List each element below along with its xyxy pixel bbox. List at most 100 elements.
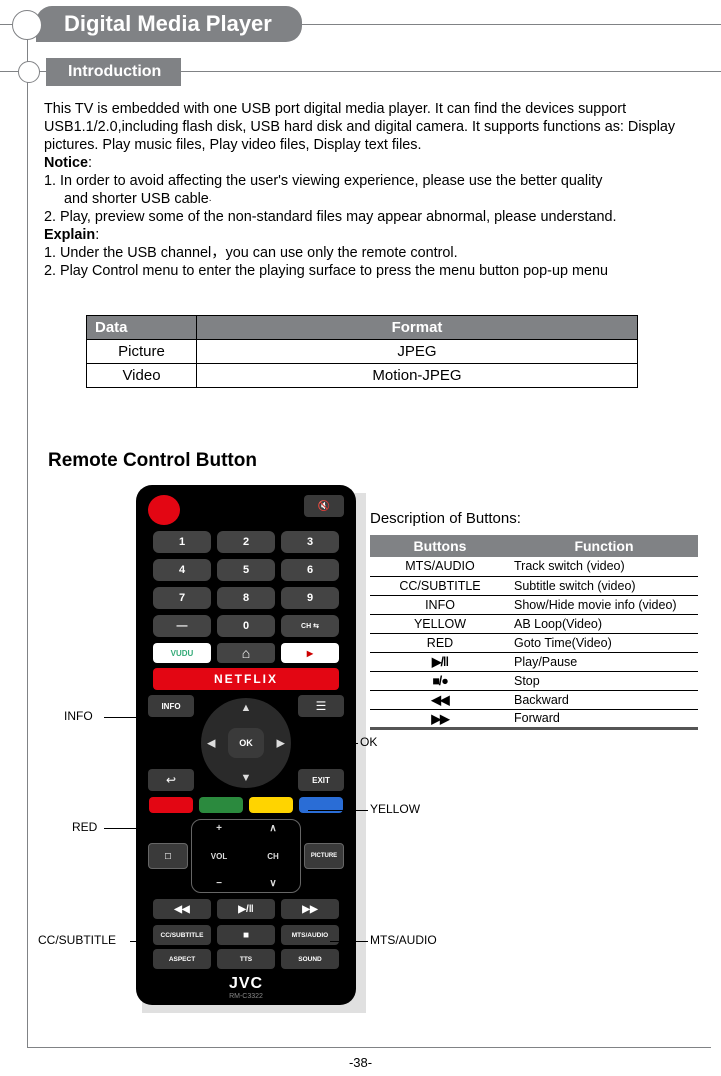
frame-bottom-rule: [27, 1047, 711, 1048]
vol-ch-rocker: +VOL− ∧CH∨: [191, 819, 301, 893]
page-title: Digital Media Player: [36, 6, 302, 42]
num-8: 8: [217, 587, 275, 609]
bt-cell-button: ◀◀: [370, 690, 510, 709]
notice-item-1: 1. In order to avoid affecting the user'…: [44, 172, 707, 190]
bt-cell-function: Track switch (video): [510, 557, 698, 576]
data-format-table: Data Format PictureJPEGVideoMotion-JPEG: [86, 315, 638, 388]
bt-cell-button: CC/SUBTITLE: [370, 576, 510, 595]
explain-item-1: 1. Under the USB channel，you can use onl…: [44, 244, 707, 262]
num-1: 1: [153, 531, 211, 553]
power-button-icon: [148, 495, 180, 525]
ch-label: CH: [267, 852, 279, 861]
fast-forward-button-icon: ▶▶: [281, 899, 339, 919]
home-button-icon: ⌂: [217, 643, 275, 663]
dpad-right-icon: ▶: [277, 737, 285, 750]
youtube-app-button: ▶: [281, 643, 339, 663]
mute-button-icon: 🔇: [304, 495, 344, 517]
notice-heading: Notice: [44, 155, 88, 171]
rewind-button-icon: ◀◀: [153, 899, 211, 919]
tts-button: TTS: [217, 949, 275, 969]
remote-heading: Remote Control Button: [48, 450, 257, 472]
bt-cell-button: ▶▶: [370, 709, 510, 728]
num-2: 2: [217, 531, 275, 553]
return-button-icon: ↩: [148, 769, 194, 791]
page-number: -38-: [0, 1055, 721, 1070]
bt-cell-function: Goto Time(Video): [510, 633, 698, 652]
bt-cell-function: Stop: [510, 671, 698, 690]
bt-cell-button: RED: [370, 633, 510, 652]
play-pause-button-icon: ▶/‖: [217, 899, 275, 919]
bt-cell-function: Show/Hide movie info (video): [510, 595, 698, 614]
df-cell-format: JPEG: [197, 340, 638, 364]
callout-mts: MTS/AUDIO: [370, 933, 437, 947]
notice-item-1b: and shorter USB cable: [64, 191, 209, 207]
notice-item-2: 2. Play, preview some of the non-standar…: [44, 208, 707, 226]
sound-button: SOUND: [281, 949, 339, 969]
callout-ok: OK: [360, 735, 377, 749]
brand-logo: JVC: [148, 975, 344, 993]
intro-text: This TV is embedded with one USB port di…: [44, 100, 707, 154]
num-4: 4: [153, 559, 211, 581]
picture-button: PICTURE: [304, 843, 344, 869]
menu-button-icon: ☰: [298, 695, 344, 717]
bt-cell-button: INFO: [370, 595, 510, 614]
cc-subtitle-button: CC/SUBTITLE: [153, 925, 211, 945]
netflix-app-button: NETFLIX: [153, 668, 339, 690]
bt-cell-function: Subtitle switch (video): [510, 576, 698, 595]
bt-cell-function: Play/Pause: [510, 652, 698, 671]
dash-button: —: [153, 615, 211, 637]
dpad-ring-icon: ▲ ▼ ◀ ▶ OK: [201, 698, 291, 788]
section-title: Introduction: [46, 58, 181, 86]
stop-button-icon: ■: [217, 925, 275, 945]
explain-item-2: 2. Play Control menu to enter the playin…: [44, 262, 707, 280]
num-7: 7: [153, 587, 211, 609]
num-6: 6: [281, 559, 339, 581]
df-cell-data: Video: [87, 364, 197, 388]
df-header-format: Format: [197, 316, 638, 340]
callout-info: INFO: [64, 709, 93, 723]
frame-left-rule: [27, 23, 28, 1048]
bt-cell-function: Forward: [510, 709, 698, 728]
section-bullet-icon: [18, 61, 40, 83]
dpad-down-icon: ▼: [241, 772, 252, 784]
num-0: 0: [217, 615, 275, 637]
cc-small-button: ☐: [148, 843, 188, 869]
model-label: RM-C3322: [148, 993, 344, 1000]
dpad-up-icon: ▲: [241, 702, 252, 714]
df-header-data: Data: [87, 316, 197, 340]
bt-cell-button: YELLOW: [370, 614, 510, 633]
num-3: 3: [281, 531, 339, 553]
callout-cc: CC/SUBTITLE: [38, 933, 116, 947]
mts-audio-button: MTS/AUDIO: [281, 925, 339, 945]
green-color-button: [199, 797, 243, 813]
ok-button: OK: [228, 728, 264, 758]
callout-red: RED: [72, 820, 97, 834]
bt-cell-function: Backward: [510, 690, 698, 709]
vudu-app-button: VUDU: [153, 643, 211, 663]
bt-cell-button: ■/●: [370, 671, 510, 690]
num-5: 5: [217, 559, 275, 581]
df-cell-data: Picture: [87, 340, 197, 364]
remote-area: 🔇 123 456 789 — 0 CH ⇆ VUDU ⌂ ▶ NETFLIX …: [108, 485, 360, 1015]
ch-return-button: CH ⇆: [281, 615, 339, 637]
button-function-table: Buttons Function MTS/AUDIOTrack switch (…: [370, 535, 698, 730]
exit-button: EXIT: [298, 769, 344, 791]
bt-header-function: Function: [510, 535, 698, 557]
red-color-button: [149, 797, 193, 813]
description-heading: Description of Buttons:: [370, 510, 521, 527]
bt-header-buttons: Buttons: [370, 535, 510, 557]
intro-body: This TV is embedded with one USB port di…: [44, 100, 707, 280]
df-cell-format: Motion-JPEG: [197, 364, 638, 388]
bt-cell-button: ▶/‖: [370, 652, 510, 671]
title-bullet-icon: [12, 10, 42, 40]
explain-heading: Explain: [44, 227, 95, 243]
info-button: INFO: [148, 695, 194, 717]
remote-control-illustration: 🔇 123 456 789 — 0 CH ⇆ VUDU ⌂ ▶ NETFLIX …: [136, 485, 356, 1005]
bt-cell-button: MTS/AUDIO: [370, 557, 510, 576]
vol-label: VOL: [211, 852, 227, 861]
num-9: 9: [281, 587, 339, 609]
aspect-button: ASPECT: [153, 949, 211, 969]
dpad-left-icon: ◀: [207, 737, 215, 750]
callout-yellow: YELLOW: [370, 802, 420, 816]
bt-cell-function: AB Loop(Video): [510, 614, 698, 633]
